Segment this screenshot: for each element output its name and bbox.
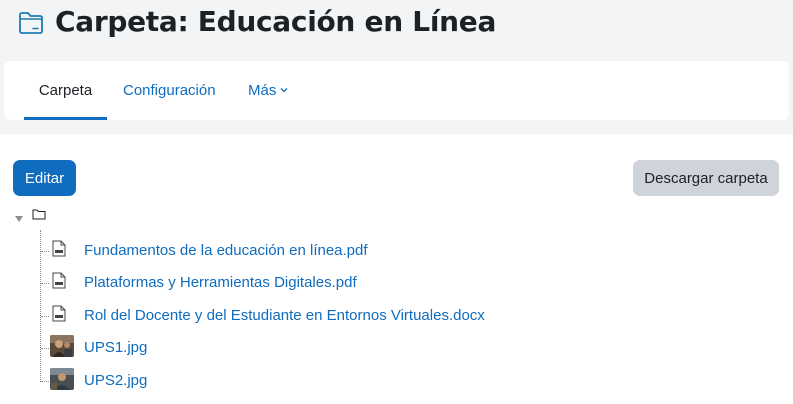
image-thumbnail <box>50 335 74 357</box>
file-link[interactable]: Fundamentos de la educación en línea.pdf <box>84 242 368 259</box>
file-row: UPS2.jpg <box>41 366 541 396</box>
doc-file-icon <box>52 305 66 322</box>
edit-button[interactable]: Editar <box>13 160 76 196</box>
folder-content: Editar Descargar carpeta Fundamentos de … <box>0 134 793 404</box>
tree-branch <box>41 283 49 284</box>
image-thumbnail <box>50 368 74 390</box>
tree-branch <box>41 316 49 317</box>
root-folder-icon <box>32 207 46 220</box>
folder-icon <box>18 11 44 35</box>
file-row: UPS1.jpg <box>41 333 541 363</box>
collapse-toggle-icon[interactable] <box>14 210 24 222</box>
tree-branch <box>41 348 49 349</box>
tree-branch <box>41 251 49 252</box>
file-row: Fundamentos de la educación en línea.pdf <box>41 236 541 266</box>
file-link[interactable]: Plataformas y Herramientas Digitales.pdf <box>84 274 357 291</box>
file-link[interactable]: UPS1.jpg <box>84 339 147 356</box>
pdf-file-icon <box>52 240 66 257</box>
secondary-navigation: Carpeta Configuración Más <box>4 61 789 120</box>
tab-carpeta[interactable]: Carpeta <box>24 61 107 120</box>
file-link[interactable]: Rol del Docente y del Estudiante en Ento… <box>84 307 485 324</box>
page-title: Carpeta: Educación en Línea <box>55 5 497 38</box>
tab-mas-label: Más <box>248 82 277 99</box>
tab-configuracion[interactable]: Configuración <box>123 61 216 120</box>
file-row: Rol del Docente y del Estudiante en Ento… <box>41 301 541 331</box>
page-header: Carpeta: Educación en Línea <box>0 0 793 50</box>
file-row: Plataformas y Herramientas Digitales.pdf <box>41 268 541 298</box>
pdf-file-icon <box>52 272 66 289</box>
chevron-down-icon <box>279 61 289 93</box>
tree-branch <box>41 381 49 382</box>
file-link[interactable]: UPS2.jpg <box>84 372 147 389</box>
download-folder-button[interactable]: Descargar carpeta <box>633 160 779 196</box>
tab-mas[interactable]: Más <box>248 61 289 120</box>
